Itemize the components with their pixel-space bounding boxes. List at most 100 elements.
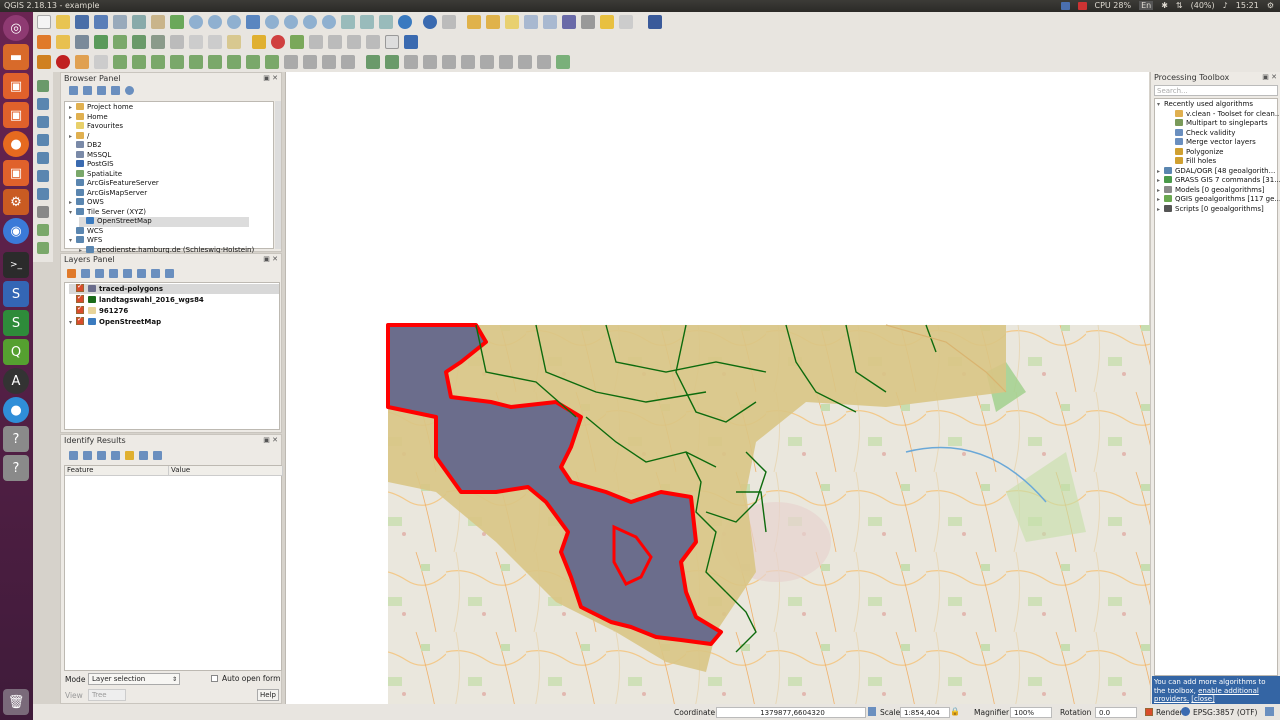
browser-scrollbar[interactable]	[275, 101, 281, 249]
crs-icon[interactable]	[1181, 707, 1190, 716]
manage-map-themes-icon[interactable]	[95, 269, 104, 278]
rotate-feature-icon[interactable]	[423, 55, 437, 69]
files-icon[interactable]: ▬	[3, 44, 29, 70]
algorithm-item[interactable]: v.clean - Toolset for clean...	[1175, 109, 1280, 120]
add-wcs-icon[interactable]	[37, 188, 49, 200]
refresh-browser-icon[interactable]	[83, 86, 92, 95]
provider-group[interactable]: ▸ GRASS GIS 7 commands [31...	[1157, 176, 1280, 186]
select-by-expression-icon[interactable]	[486, 15, 500, 29]
move-label-icon[interactable]	[328, 35, 342, 49]
tracing-icon[interactable]	[56, 55, 70, 69]
undo-icon[interactable]	[75, 55, 89, 69]
rotation-spinbox[interactable]: 0.0	[1095, 707, 1137, 718]
annotation-icon[interactable]	[600, 15, 614, 29]
recent-algorithms-group[interactable]: ▾ Recently used algorithms	[1157, 100, 1253, 110]
battery-indicator[interactable]: (40%)	[1191, 1, 1215, 10]
identify-icon[interactable]	[423, 15, 437, 29]
new-virtual-layer-icon[interactable]	[37, 242, 49, 254]
reshape-icon[interactable]	[227, 55, 241, 69]
refresh-icon[interactable]	[398, 15, 412, 29]
browser-item[interactable]: PostGIS	[69, 160, 114, 170]
layer-visibility-checkbox[interactable]	[76, 304, 84, 314]
expand-arrow-icon[interactable]: ▾	[69, 208, 76, 218]
csw-icon[interactable]	[385, 35, 399, 49]
add-spatialite-icon[interactable]	[37, 116, 49, 128]
select-features-icon[interactable]	[467, 15, 481, 29]
keyboard-indicator[interactable]: En	[1139, 1, 1154, 10]
browser-item[interactable]: ▸ OWS	[69, 198, 104, 208]
help-button[interactable]: Help	[257, 689, 279, 701]
pan-icon[interactable]	[151, 15, 165, 29]
chromium-icon[interactable]: ◉	[3, 218, 29, 244]
browser-item[interactable]: WCS	[69, 226, 103, 237]
filter-legend-icon[interactable]	[109, 269, 118, 278]
terminal-icon[interactable]: >_	[3, 252, 29, 278]
clock[interactable]: 15:21	[1236, 1, 1259, 10]
panel-float-close-icons[interactable]: ▣ ✕	[263, 74, 278, 82]
app-icon-orange-2[interactable]: ▣	[3, 102, 29, 128]
view-select[interactable]: Tree	[88, 689, 126, 701]
redo-icon[interactable]	[94, 55, 108, 69]
composer-manager-icon[interactable]	[132, 15, 146, 29]
add-selected-layers-icon[interactable]	[69, 86, 78, 95]
expand-arrow-icon[interactable]: ▸	[1157, 195, 1164, 205]
add-vector-icon[interactable]	[37, 55, 51, 69]
save-project-icon[interactable]	[75, 15, 89, 29]
zoom-to-layer-icon[interactable]	[284, 15, 298, 29]
current-edits-icon[interactable]	[37, 35, 51, 49]
expand-arrow-icon[interactable]: ▾	[1157, 100, 1164, 110]
sublime-icon[interactable]: S	[3, 281, 29, 307]
copy-features-icon[interactable]	[208, 35, 222, 49]
run-feature-action-icon[interactable]	[442, 15, 456, 29]
algorithm-item[interactable]: Check validity	[1175, 128, 1235, 139]
collapse-all-icon[interactable]	[111, 86, 120, 95]
app-icon-orange-3[interactable]: ▣	[3, 160, 29, 186]
chat-icon[interactable]: ●	[3, 397, 29, 423]
feature-column-header[interactable]: Feature	[65, 466, 169, 476]
new-project-icon[interactable]	[37, 15, 51, 29]
processing-search-input[interactable]: Search...	[1154, 85, 1278, 96]
merge-attributes-icon[interactable]	[322, 55, 336, 69]
reverse-line-icon[interactable]	[518, 55, 532, 69]
browser-item[interactable]: DB2	[69, 141, 102, 151]
layer-item[interactable]: landtagswahl_2016_wgs84	[69, 293, 204, 305]
move-copy-icon[interactable]	[480, 55, 494, 69]
panel-float-close-icons[interactable]: ▣ ✕	[1262, 73, 1277, 81]
rotate-label-icon[interactable]	[347, 35, 361, 49]
network-icon[interactable]: ⇅	[1176, 1, 1183, 10]
new-print-composer-icon[interactable]	[113, 15, 127, 29]
pan-to-selection-icon[interactable]	[170, 15, 184, 29]
show-hide-labels-icon[interactable]	[309, 35, 323, 49]
new-bookmark-icon[interactable]	[360, 15, 374, 29]
auto-open-checkbox[interactable]	[211, 675, 218, 682]
show-bookmarks-icon[interactable]	[379, 15, 393, 29]
add-wfs-icon[interactable]	[37, 170, 49, 182]
delete-part-icon[interactable]	[208, 55, 222, 69]
browser-item[interactable]: ArcGisMapServer	[69, 188, 147, 199]
highlight-icon[interactable]	[125, 451, 134, 460]
delete-ring-icon[interactable]	[189, 55, 203, 69]
scale-feature-icon[interactable]	[442, 55, 456, 69]
offset-icon[interactable]	[499, 55, 513, 69]
delete-selected-icon[interactable]	[170, 35, 184, 49]
panel-float-close-icons[interactable]: ▣ ✕	[263, 436, 278, 444]
cut-features-icon[interactable]	[189, 35, 203, 49]
layer-visibility-checkbox[interactable]	[76, 293, 84, 303]
scale-combo[interactable]: 1:854,404	[900, 707, 950, 718]
browser-item[interactable]: ▸ /	[69, 131, 89, 142]
algorithm-item[interactable]: Fill holes	[1175, 157, 1216, 167]
algorithm-item[interactable]: Multipart to singleparts	[1175, 119, 1268, 129]
browser-item[interactable]: ▸ Project home	[69, 103, 133, 113]
rotate-symbols-icon[interactable]	[341, 55, 355, 69]
merge-features-icon[interactable]	[303, 55, 317, 69]
new-map-view-icon[interactable]	[341, 15, 355, 29]
browser-item[interactable]: Favourites	[69, 122, 123, 132]
firefox-icon[interactable]: ●	[3, 131, 29, 157]
coordinate-field[interactable]: 1379877,6604320	[716, 707, 866, 718]
add-wms-icon[interactable]	[37, 152, 49, 164]
pin-labels-icon[interactable]	[290, 35, 304, 49]
qgis-icon[interactable]: Q	[3, 339, 29, 365]
map-canvas[interactable]	[285, 72, 1150, 704]
collapse-tree-icon[interactable]	[83, 451, 92, 460]
expand-arrow-icon[interactable]: ▸	[1157, 186, 1164, 196]
